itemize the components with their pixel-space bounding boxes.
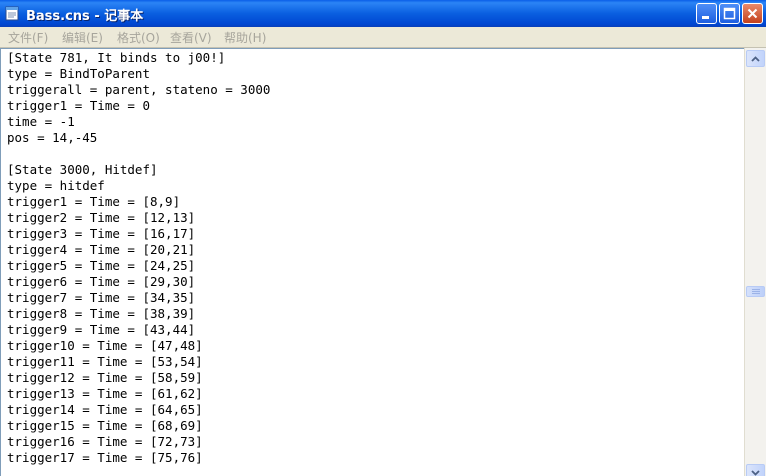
vertical-scrollbar[interactable] xyxy=(744,48,766,476)
maximize-icon xyxy=(723,7,736,20)
text-line: trigger13 = Time = [61,62] xyxy=(7,386,203,401)
text-line: [State 3000, Hitdef] xyxy=(7,162,158,177)
text-line: trigger4 = Time = [20,21] xyxy=(7,242,196,257)
notepad-window: Bass.cns - 记事本 文件(F) 编辑(E) 格式(O) 查看(V) 帮… xyxy=(0,0,766,476)
menu-bar: 文件(F) 编辑(E) 格式(O) 查看(V) 帮助(H) xyxy=(0,27,766,48)
text-line: trigger1 = Time = [8,9] xyxy=(7,194,181,209)
menu-format[interactable]: 格式(O) xyxy=(117,29,160,46)
text-line: trigger8 = Time = [38,39] xyxy=(7,306,196,321)
maximize-button[interactable] xyxy=(719,3,740,24)
chevron-up-icon xyxy=(751,55,760,62)
text-line: trigger17 = Time = [75,76] xyxy=(7,450,203,465)
text-line: trigger3 = Time = [16,17] xyxy=(7,226,196,241)
text-line: pos = 14,-45 xyxy=(7,130,98,145)
menu-help[interactable]: 帮助(H) xyxy=(224,29,266,46)
document-text[interactable]: [State 781, It binds to j00!] type = Bind… xyxy=(1,49,744,466)
notepad-icon xyxy=(5,6,19,21)
minimize-icon xyxy=(702,16,709,19)
scroll-thumb[interactable] xyxy=(746,286,765,297)
text-line: trigger11 = Time = [53,54] xyxy=(7,354,203,369)
text-line: [State 781, It binds to j00!] xyxy=(7,50,226,65)
text-line: trigger5 = Time = [24,25] xyxy=(7,258,196,273)
menu-file[interactable]: 文件(F) xyxy=(8,29,48,46)
text-line: trigger6 = Time = [29,30] xyxy=(7,274,196,289)
text-editor[interactable]: [State 781, It binds to j00!] type = Bind… xyxy=(0,48,744,476)
thumb-grip xyxy=(752,291,760,292)
close-button[interactable] xyxy=(742,3,763,24)
text-line: type = BindToParent xyxy=(7,66,150,81)
text-line: trigger14 = Time = [64,65] xyxy=(7,402,203,417)
menu-edit[interactable]: 编辑(E) xyxy=(62,29,103,46)
window-controls xyxy=(696,3,763,24)
text-line: trigger16 = Time = [72,73] xyxy=(7,434,203,449)
text-line: time = -1 xyxy=(7,114,75,129)
text-line: trigger9 = Time = [43,44] xyxy=(7,322,196,337)
text-line: trigger2 = Time = [12,13] xyxy=(7,210,196,225)
text-line: trigger12 = Time = [58,59] xyxy=(7,370,203,385)
text-line: trigger7 = Time = [34,35] xyxy=(7,290,196,305)
title-bar[interactable]: Bass.cns - 记事本 xyxy=(0,0,766,27)
thumb-grip xyxy=(752,293,760,294)
thumb-grip xyxy=(752,289,760,290)
window-title: Bass.cns - 记事本 xyxy=(26,9,144,24)
close-icon xyxy=(747,8,758,19)
chevron-down-icon xyxy=(751,469,760,476)
text-line: triggerall = parent, stateno = 3000 xyxy=(7,82,271,97)
minimize-button[interactable] xyxy=(696,3,717,24)
menu-view[interactable]: 查看(V) xyxy=(170,29,212,46)
text-line: type = hitdef xyxy=(7,178,105,193)
text-line: trigger1 = Time = 0 xyxy=(7,98,150,113)
text-line: trigger10 = Time = [47,48] xyxy=(7,338,203,353)
text-line: trigger15 = Time = [68,69] xyxy=(7,418,203,433)
scroll-up-button[interactable] xyxy=(746,50,765,67)
scroll-down-button[interactable] xyxy=(746,464,765,476)
text-line xyxy=(7,146,744,162)
